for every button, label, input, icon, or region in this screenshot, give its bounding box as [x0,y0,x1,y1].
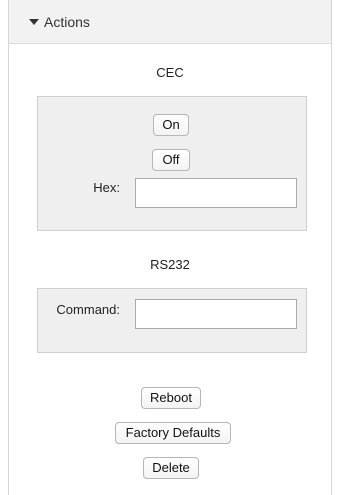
cec-off-button[interactable]: Off [152,149,190,171]
command-label: Command: [56,302,120,317]
hex-input[interactable] [135,178,297,208]
actions-panel-header[interactable]: Actions [9,0,331,44]
rs232-group-box: Command: [37,288,307,353]
reboot-button[interactable]: Reboot [141,387,201,409]
hex-label: Hex: [93,180,120,195]
factory-defaults-button[interactable]: Factory Defaults [115,422,231,444]
cec-section-label: CEC [156,65,184,80]
actions-panel: Actions CEC On Off Hex: RS232 Command: R… [8,0,332,495]
delete-button[interactable]: Delete [143,457,199,479]
caret-down-icon[interactable] [29,19,39,25]
panel-title: Actions [44,14,90,30]
cec-on-button[interactable]: On [153,114,189,136]
command-input[interactable] [135,299,297,329]
rs232-section-label: RS232 [150,257,190,272]
cec-group-box: On Off Hex: [37,96,307,231]
